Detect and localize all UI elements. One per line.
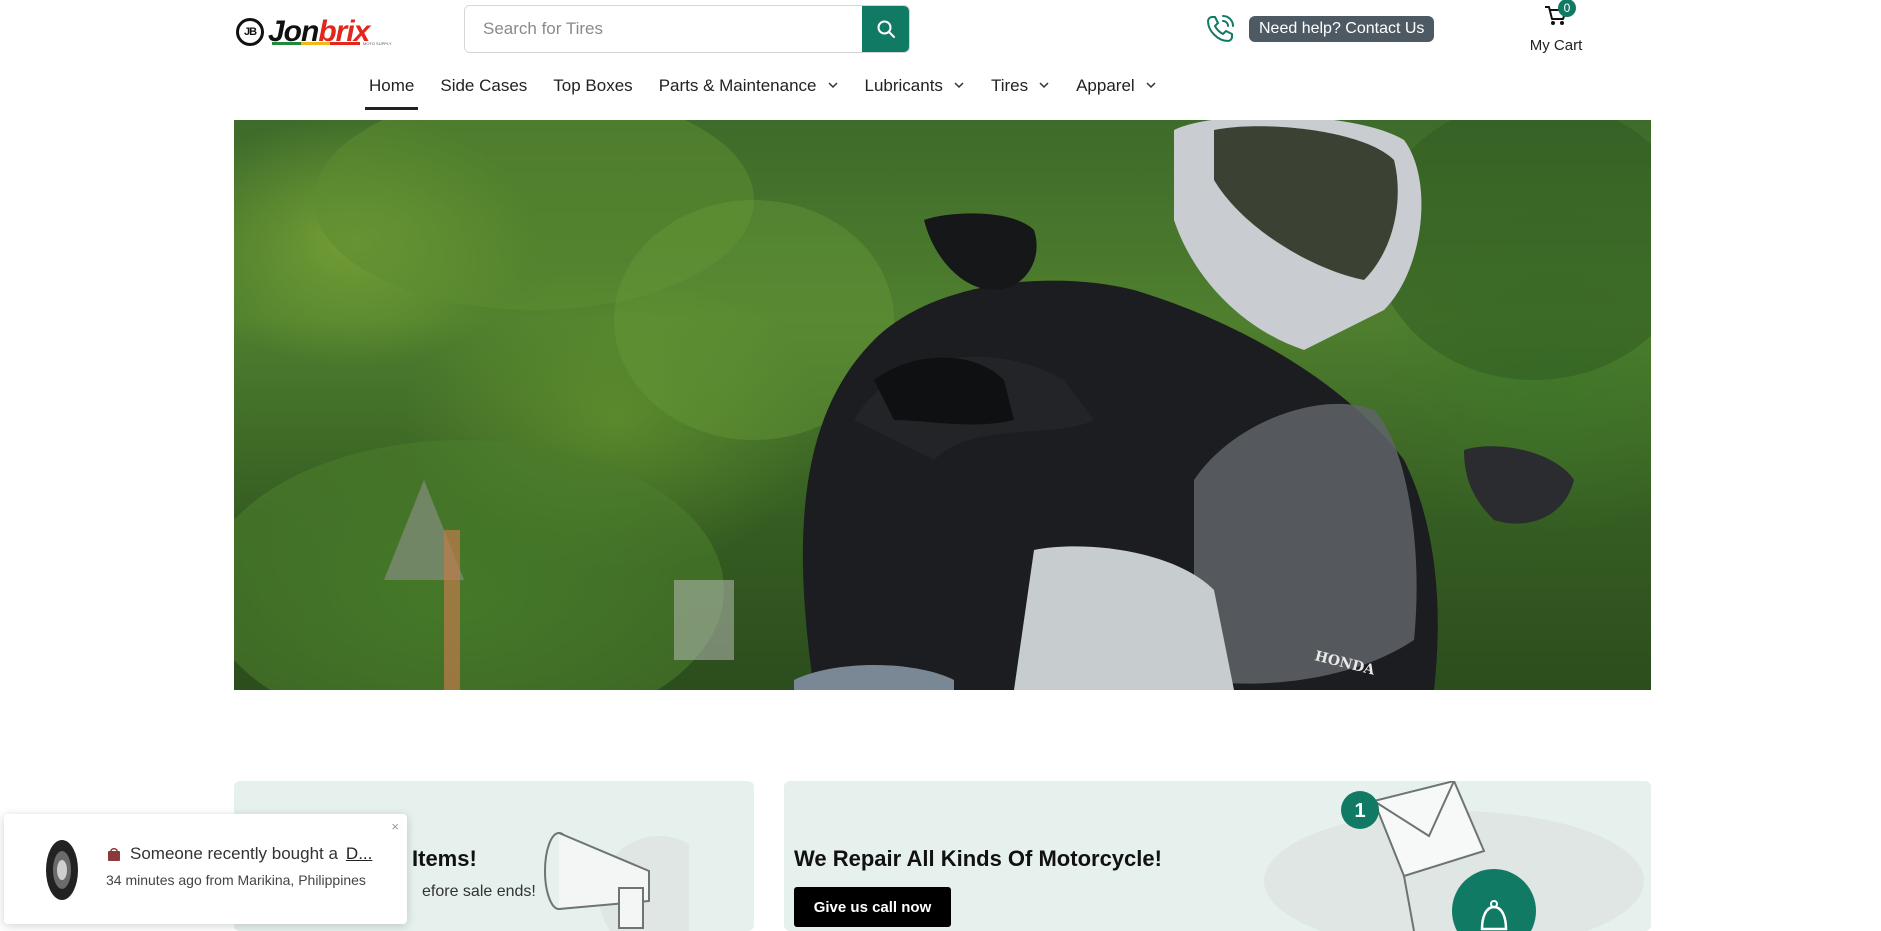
notification-badge: 1 <box>1354 800 1365 822</box>
help-label[interactable]: Need help? Contact Us <box>1249 16 1435 42</box>
tire-product-thumbnail <box>46 840 78 900</box>
nav-item-apparel[interactable]: Apparel <box>1076 76 1157 112</box>
envelope-icon: 1 <box>1264 781 1644 931</box>
search-icon <box>877 20 895 38</box>
nav-item-home[interactable]: Home <box>364 76 419 112</box>
chevron-down-icon <box>827 82 838 89</box>
bell-icon <box>1480 900 1508 931</box>
site-header: JB Jonbrix MOTO SUPPLY Need help? Contac… <box>0 0 1881 120</box>
hero-banner[interactable]: HONDA <box>234 120 1651 690</box>
nav-item-tires[interactable]: Tires <box>991 76 1050 112</box>
logo-stripe <box>272 42 360 45</box>
search-button[interactable] <box>862 6 909 52</box>
nav-item-top-boxes[interactable]: Top Boxes <box>553 76 632 112</box>
search-input[interactable] <box>465 6 862 52</box>
promo-sale-subtitle: efore sale ends! <box>422 883 536 900</box>
hero-image: HONDA <box>234 120 1651 690</box>
megaphone-icon <box>544 832 689 931</box>
nav-item-parts-maintenance[interactable]: Parts & Maintenance <box>659 76 839 112</box>
cart-count-badge: 0 <box>1558 0 1576 17</box>
cart-label: My Cart <box>1529 37 1583 54</box>
main-nav: Home Side Cases Top Boxes Parts & Mainte… <box>364 76 1157 112</box>
chevron-down-icon <box>954 82 964 89</box>
logo-subtext: MOTO SUPPLY <box>363 41 392 46</box>
chevron-down-icon <box>1039 82 1049 89</box>
phone-icon <box>1207 15 1234 42</box>
promo-repair-title: We Repair All Kinds Of Motorcycle! <box>794 846 1162 871</box>
site-logo[interactable]: JB Jonbrix MOTO SUPPLY <box>236 12 401 52</box>
chevron-down-icon <box>1146 82 1156 89</box>
toast-product-link[interactable]: D... <box>346 844 372 864</box>
page: JB Jonbrix MOTO SUPPLY Need help? Contac… <box>0 0 1881 931</box>
help-contact[interactable]: Need help? Contact Us <box>1203 12 1435 46</box>
promo-sale-title: Items! <box>412 846 477 871</box>
cart-button[interactable]: 0 My Cart <box>1526 0 1586 56</box>
recent-purchase-toast[interactable]: Someone recently bought a D... 34 minute… <box>4 814 407 924</box>
promo-card-repair[interactable]: 1 We Repair All Kinds Of Motorcycle! Giv… <box>784 781 1651 931</box>
nav-item-side-cases[interactable]: Side Cases <box>440 76 527 112</box>
call-now-button[interactable]: Give us call now <box>794 887 951 927</box>
search-bar <box>464 5 910 53</box>
shopping-bag-icon <box>108 848 120 861</box>
logo-mark: JB <box>236 18 264 46</box>
close-icon[interactable]: × <box>391 819 399 834</box>
toast-message-text: Someone recently bought a <box>130 844 338 863</box>
cart-icon: 0 <box>1544 0 1576 27</box>
nav-item-lubricants[interactable]: Lubricants <box>865 76 965 112</box>
toast-message: Someone recently bought a D... <box>106 844 372 864</box>
toast-meta: 34 minutes ago from Marikina, Philippine… <box>106 872 366 888</box>
